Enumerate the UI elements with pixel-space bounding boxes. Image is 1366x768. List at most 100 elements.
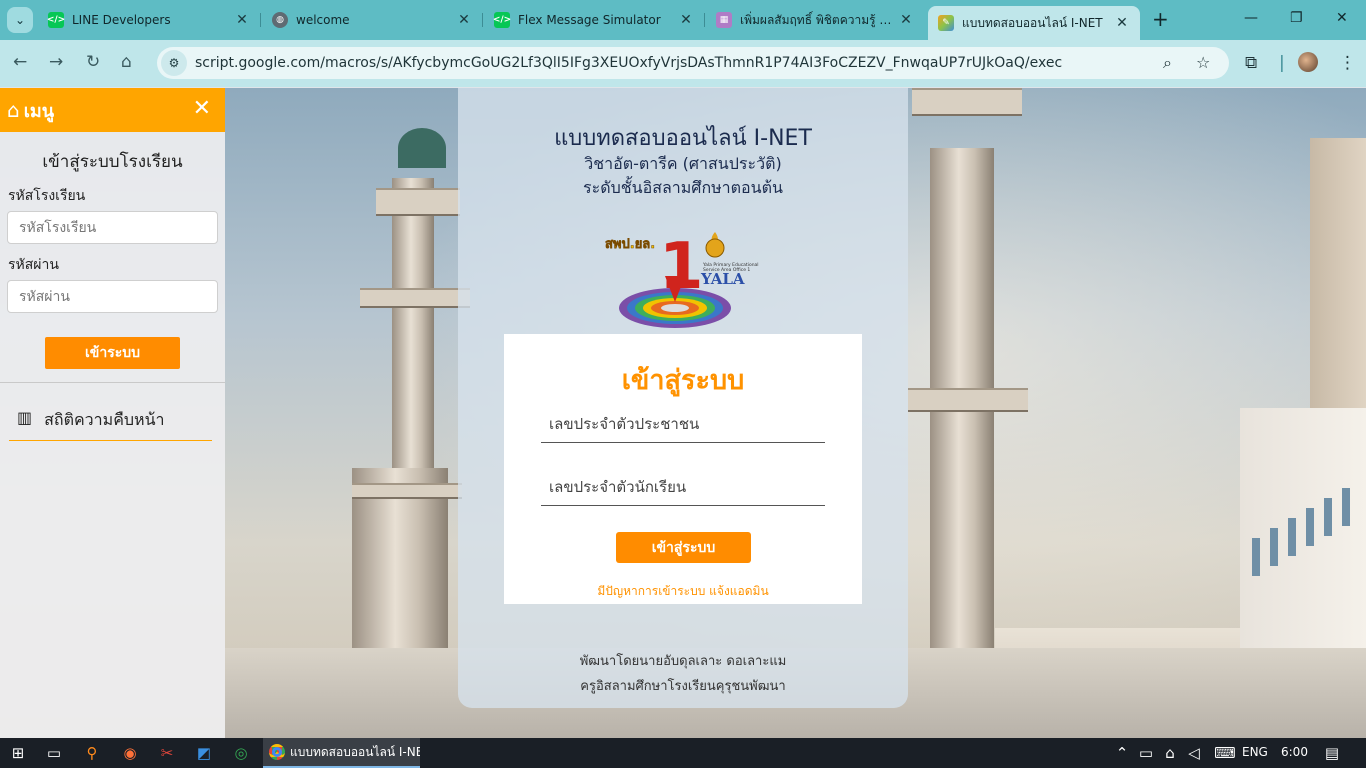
close-tab-icon[interactable]: ✕ [456,12,472,28]
bar-chart-icon: ▥ [17,408,33,427]
sidebar-divider [0,382,225,383]
school-code-label: รหัสโรงเรียน [8,188,86,204]
close-tab-icon[interactable]: ✕ [678,12,694,28]
test-panel: แบบทดสอบออนไลน์ I-NET วิชาอัต-ตารีค (ศาส… [458,88,908,708]
credit-developer: พัฒนาโดยนายอับดุลเลาะ ดอเลาะแม [579,654,787,669]
volume-icon[interactable]: ◁ [1184,743,1204,763]
login-button[interactable]: เข้าสู่ระบบ [616,532,751,563]
login-card: เข้าสู่ระบบ เข้าสู่ระบบ มีปัญหาการเข้าระ… [504,334,862,604]
contact-admin-link[interactable]: มีปัญหาการเข้าระบบ แจ้งแอดมิน [504,582,862,601]
code-icon: </> [493,12,511,28]
url-text[interactable]: script.google.com/macros/s/AKfycbymcGoUG… [195,55,1062,71]
bookmark-star-icon[interactable]: ☆ [1196,53,1210,72]
windows-taskbar: ⊞ ▭ ⚲ ◉ ✂ ◩ ◎ แบบทดสอบออนไลน์ I-NE... ⌃ … [0,738,1366,768]
clock[interactable]: 6:00 [1281,745,1308,759]
taskbar-app-title: แบบทดสอบออนไลน์ I-NE... [290,744,420,759]
windows-start-icon[interactable]: ⊞ [8,743,28,763]
tab-separator [482,13,483,27]
home-button[interactable]: ⌂ [121,52,132,72]
page-title: แบบทดสอบออนไลน์ I-NET [554,126,812,151]
password-label: รหัสผ่าน [8,257,59,273]
school-code-input[interactable] [7,211,218,244]
arrow-right-icon: → [49,52,64,72]
restore-button[interactable]: ❐ [1290,10,1303,26]
close-tab-icon[interactable]: ✕ [1114,15,1130,31]
left-minaret-dome [398,128,446,168]
close-icon: ✕ [1336,10,1348,26]
minimize-button[interactable]: — [1244,10,1258,26]
firefox-icon[interactable]: ◉ [120,743,140,763]
chevron-up-icon[interactable]: ⌃ [1112,743,1132,763]
tab-search-button[interactable]: ⌄ [7,7,33,33]
close-window-button[interactable]: ✕ [1336,10,1348,26]
login-title: เข้าสู่ระบบ [621,365,745,396]
sidebar-header: ⌂ เมนู ✕ [0,88,225,132]
reload-icon: ↻ [86,52,101,72]
logo-emblem [705,238,725,258]
extensions-icon[interactable]: ⧉ [1245,53,1257,73]
subject-title: วิชาอัต-ตารีค (ศาสนประวัติ) [584,154,782,173]
tab-separator [704,13,705,27]
battery-icon[interactable]: ▭ [1136,743,1156,763]
browser-tab-strip: ⌄ </> LINE Developers ✕ ◍ welcome ✕ </> … [0,0,1366,40]
forward-button[interactable]: → [49,52,63,72]
editor-icon[interactable]: ◩ [194,743,214,763]
stats-progress-link[interactable]: ▥ สถิติความคืบหน้า [9,399,212,441]
profile-avatar[interactable] [1298,52,1318,72]
reload-button[interactable]: ↻ [86,52,100,72]
national-id-input[interactable] [541,405,825,443]
window [1306,508,1314,546]
taskbar-active-app[interactable]: แบบทดสอบออนไลน์ I-NE... [263,738,420,768]
school-login-title: เข้าสู่ระบบโรงเรียน [42,152,183,172]
right-minaret-balcony [908,388,1028,412]
window [1288,518,1296,556]
password-input[interactable] [7,280,218,313]
language-indicator[interactable]: ENG [1242,745,1268,759]
site-info-icon[interactable]: ⚙ [161,50,187,76]
tab-line-developers[interactable]: </> LINE Developers ✕ [38,6,260,34]
tab-achievement[interactable]: ▦ เพิ่มผลสัมฤทธิ์ พิชิตความรู้ สู่ความ ✕ [706,6,924,34]
student-id-input[interactable] [541,468,825,506]
tab-welcome[interactable]: ◍ welcome ✕ [262,6,482,34]
arrow-left-icon: ← [13,52,28,72]
window [1252,538,1260,576]
plus-icon: + [1152,7,1169,31]
close-sidebar-icon[interactable]: ✕ [193,96,211,121]
restore-icon: ❐ [1290,10,1303,26]
logo-ring [661,304,689,312]
brush-icon: ✎ [938,15,954,31]
left-minaret-balcony [360,288,470,308]
more-menu-icon[interactable]: ⋮ [1339,53,1356,73]
level-title: ระดับชั้นอิสลามศึกษาตอนต้น [583,178,783,197]
left-minaret-balcony [376,188,460,216]
task-view-icon[interactable]: ▭ [44,743,64,763]
sidebar-title: เมนู [23,100,55,122]
snip-tool-icon[interactable]: ✂ [157,743,177,763]
tab-separator [260,13,261,27]
close-tab-icon[interactable]: ✕ [234,12,250,28]
credit-school: ครูอิสลามศึกษาโรงเรียนคุรุชนพัฒนา [580,679,786,694]
toolbar-divider: | [1279,53,1285,73]
new-tab-button[interactable]: + [1152,9,1169,29]
back-button[interactable]: ← [13,52,27,72]
window [1324,498,1332,536]
tab-inet-test[interactable]: ✎ แบบทดสอบออนไลน์ I-NET ✕ [928,6,1140,40]
close-tab-icon[interactable]: ✕ [898,12,914,28]
zoom-icon[interactable]: ⌕ [1163,53,1172,73]
chrome-icon[interactable]: ◎ [231,743,251,763]
chrome-icon [269,744,285,760]
right-minaret [930,148,994,708]
tab-flex-message-simulator[interactable]: </> Flex Message Simulator ✕ [484,6,704,34]
chevron-down-icon: ⌄ [14,13,26,27]
network-icon[interactable]: ⌂ [1160,743,1180,763]
code-icon: </> [47,12,65,28]
yala-esa-logo: สพป.ยล. 1 Yala Primary Educational Servi… [605,230,759,328]
notification-icon[interactable]: ▤ [1322,743,1342,763]
search-icon[interactable]: ⚲ [82,743,102,763]
right-minaret-balcony [912,88,1022,116]
school-login-button[interactable]: เข้าระบบ [45,337,180,369]
home-icon: ⌂ [7,98,20,122]
window [1342,488,1350,526]
keyboard-icon[interactable]: ⌨ [1212,743,1238,763]
address-bar[interactable]: ⚙ script.google.com/macros/s/AKfycbymcGo… [157,47,1229,79]
